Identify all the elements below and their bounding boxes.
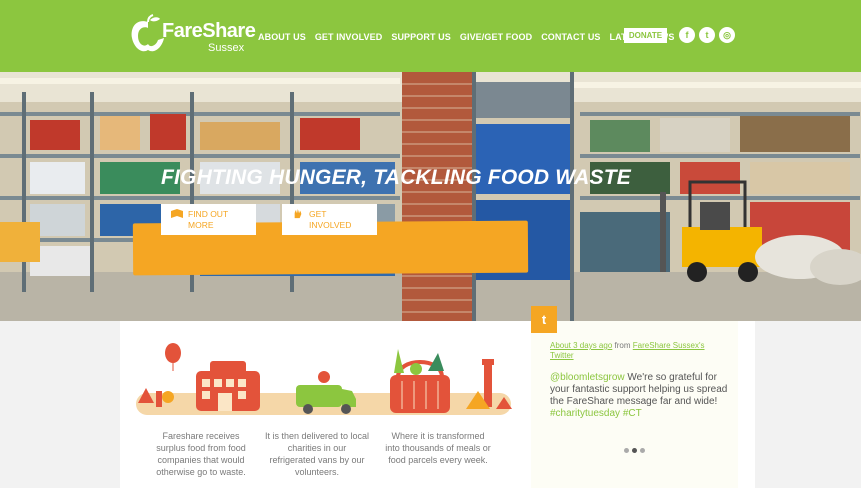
hero-headline: FIGHTING HUNGER, TACKLING FOOD WASTE xyxy=(161,166,631,189)
nav-about-us[interactable]: ABOUT US xyxy=(258,32,306,42)
tweet-from-label: from xyxy=(614,341,631,350)
book-icon xyxy=(171,209,183,218)
brand-name: FareShare xyxy=(162,20,256,42)
main-nav: ABOUT US GET INVOLVED SUPPORT US GIVE/GE… xyxy=(258,30,683,44)
brand-subname: Sussex xyxy=(208,42,245,54)
factory-illustration xyxy=(138,343,260,411)
twitter-icon: t xyxy=(531,306,557,333)
step-3-text: Where it is transformed into thousands o… xyxy=(385,431,491,465)
tweet-meta: About 3 days ago from FareShare Sussex's… xyxy=(550,341,720,361)
carousel-dot[interactable] xyxy=(640,448,645,453)
get-involved-label: GET INVOLVED xyxy=(309,209,352,230)
twitter-social-icon[interactable]: t xyxy=(699,27,715,43)
facebook-icon[interactable]: f xyxy=(679,27,695,43)
tweet-body: @bloomletsgrow We're so grateful for you… xyxy=(550,372,730,420)
find-out-more-label: FIND OUT MORE xyxy=(188,209,228,230)
nav-contact-us[interactable]: CONTACT US xyxy=(541,32,600,42)
tweet-hashtags-link[interactable]: #charitytuesday #CT xyxy=(550,408,642,419)
fareshare-logo[interactable]: FareShare Sussex xyxy=(128,14,256,58)
instagram-icon[interactable]: ◎ xyxy=(719,27,735,43)
carousel-dot[interactable] xyxy=(624,448,629,453)
get-involved-button[interactable]: GET INVOLVED xyxy=(282,204,377,235)
nav-get-involved[interactable]: GET INVOLVED xyxy=(315,32,383,42)
carousel-dot-active[interactable] xyxy=(632,448,637,453)
hero-banner xyxy=(0,72,861,321)
step-2-text: It is then delivered to local charities … xyxy=(264,431,370,477)
hand-icon xyxy=(294,209,302,219)
find-out-more-button[interactable]: FIND OUT MORE xyxy=(161,204,256,235)
nav-support-us[interactable]: SUPPORT US xyxy=(391,32,451,42)
tweet-mention-link[interactable]: @bloomletsgrow xyxy=(550,372,625,383)
nav-give-get-food[interactable]: GIVE/GET FOOD xyxy=(460,32,532,42)
step-1-text: Fareshare receives surplus food from foo… xyxy=(156,431,246,477)
donate-button[interactable]: DONATE xyxy=(624,28,667,43)
process-illustration xyxy=(136,343,512,415)
tweet-carousel-dots xyxy=(624,448,648,453)
warehouse-photo xyxy=(0,72,861,321)
site-header: FareShare Sussex ABOUT US GET INVOLVED S… xyxy=(0,0,861,72)
tweet-time-link[interactable]: About 3 days ago xyxy=(550,341,612,350)
